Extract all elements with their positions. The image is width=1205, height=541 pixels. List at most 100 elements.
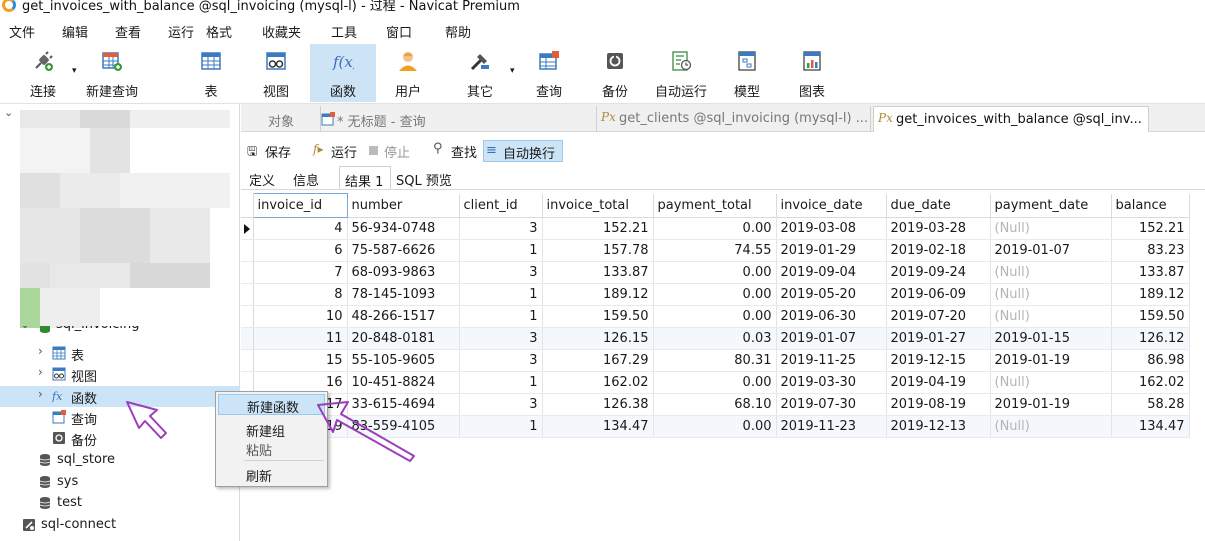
table-row[interactable]: 16 10-451-8824 1 162.02 0.00 2019-03-30 2019-0… bbox=[241, 371, 1190, 394]
table-cell[interactable]: 152.21 bbox=[542, 217, 654, 240]
table-cell[interactable]: 2019-11-25 bbox=[776, 349, 887, 372]
table-cell[interactable]: 7 bbox=[253, 261, 348, 284]
table-cell[interactable]: 126.15 bbox=[542, 327, 654, 350]
table-cell[interactable]: 1 bbox=[459, 283, 543, 306]
chevron-right-icon[interactable]: › bbox=[38, 365, 43, 379]
table-cell[interactable]: 4 bbox=[253, 217, 348, 240]
db-item-sys[interactable]: sys bbox=[0, 472, 239, 493]
table-cell[interactable]: (Null) bbox=[990, 305, 1112, 328]
table-cell[interactable]: 189.12 bbox=[542, 283, 654, 306]
menu-item-paste[interactable]: 粘贴 bbox=[218, 438, 325, 459]
table-row[interactable]: 8 78-145-1093 1 189.12 0.00 2019-05-20 2019-06… bbox=[241, 283, 1190, 306]
table-cell[interactable]: 133.87 bbox=[542, 261, 654, 284]
table-row[interactable]: 17 33-615-4694 3 126.38 68.10 2019-07-30 2019-… bbox=[241, 393, 1190, 416]
table-cell[interactable]: 0.00 bbox=[653, 261, 777, 284]
table-cell[interactable]: 2019-01-27 bbox=[886, 327, 991, 350]
function-button[interactable]: f(x) 函数 bbox=[310, 44, 376, 102]
table-cell[interactable]: 2019-03-08 bbox=[776, 217, 887, 240]
table-cell[interactable]: 157.78 bbox=[542, 239, 654, 262]
db-item-test[interactable]: test bbox=[0, 493, 239, 514]
table-cell[interactable]: (Null) bbox=[990, 261, 1112, 284]
table-cell[interactable]: 162.02 bbox=[542, 371, 654, 394]
table-cell[interactable]: 0.00 bbox=[653, 283, 777, 306]
table-cell[interactable]: 2019-02-18 bbox=[886, 239, 991, 262]
row-indicator[interactable] bbox=[241, 217, 254, 240]
column-header[interactable]: payment_total bbox=[653, 193, 777, 218]
table-cell[interactable]: 126.12 bbox=[1111, 327, 1190, 350]
row-indicator[interactable] bbox=[241, 327, 254, 350]
table-cell[interactable]: 0.00 bbox=[653, 415, 777, 438]
run-button[interactable]: f▸ 运行 bbox=[313, 140, 363, 162]
table-cell[interactable]: 2019-09-24 bbox=[886, 261, 991, 284]
table-row[interactable]: 6 75-587-6626 1 157.78 74.55 2019-01-29 2019-0… bbox=[241, 239, 1190, 262]
word-wrap-toggle[interactable]: ≡ 自动换行 bbox=[483, 140, 563, 162]
table-cell[interactable]: 68-093-9863 bbox=[347, 261, 460, 284]
query-button[interactable]: 查询 bbox=[526, 44, 572, 102]
table-cell[interactable]: 2019-01-07 bbox=[990, 239, 1112, 262]
table-cell[interactable]: (Null) bbox=[990, 217, 1112, 240]
table-cell[interactable]: 2019-06-09 bbox=[886, 283, 991, 306]
table-cell[interactable]: 83-559-4105 bbox=[347, 415, 460, 438]
table-cell[interactable]: 20-848-0181 bbox=[347, 327, 460, 350]
table-cell[interactable]: 3 bbox=[459, 217, 543, 240]
tab-result-1[interactable]: 结果 1 bbox=[339, 166, 391, 190]
table-cell[interactable]: 55-105-9605 bbox=[347, 349, 460, 372]
tree-item-queries[interactable]: 查询 bbox=[0, 407, 239, 428]
table-cell[interactable]: 6 bbox=[253, 239, 348, 262]
table-cell[interactable]: 58.28 bbox=[1111, 393, 1190, 416]
table-cell[interactable]: 3 bbox=[459, 261, 543, 284]
column-header[interactable]: invoice_date bbox=[776, 193, 887, 218]
table-cell[interactable]: 3 bbox=[459, 327, 543, 350]
menu-file[interactable]: 文件 bbox=[9, 22, 35, 41]
table-cell[interactable]: 80.31 bbox=[653, 349, 777, 372]
row-indicator[interactable] bbox=[241, 261, 254, 284]
column-header[interactable]: number bbox=[347, 193, 460, 218]
table-cell[interactable]: 3 bbox=[459, 349, 543, 372]
column-header[interactable]: payment_date bbox=[990, 193, 1112, 218]
menu-favorites[interactable]: 收藏夹 bbox=[262, 22, 301, 41]
table-cell[interactable]: 2019-07-20 bbox=[886, 305, 991, 328]
table-row[interactable]: 10 48-266-1517 1 159.50 0.00 2019-06-30 2019-0… bbox=[241, 305, 1190, 328]
view-button[interactable]: 视图 bbox=[250, 44, 302, 102]
tree-item-tables[interactable]: › 表 bbox=[0, 343, 239, 364]
table-cell[interactable]: 83.23 bbox=[1111, 239, 1190, 262]
tab-info[interactable]: 信息 bbox=[287, 166, 333, 189]
table-cell[interactable]: 2019-08-19 bbox=[886, 393, 991, 416]
menu-view[interactable]: 查看 bbox=[115, 22, 141, 41]
row-indicator[interactable] bbox=[241, 305, 254, 328]
table-cell[interactable]: 2019-01-15 bbox=[990, 327, 1112, 350]
table-row[interactable]: 4 56-934-0748 3 152.21 0.00 2019-03-08 2019-03… bbox=[241, 217, 1190, 240]
tree-item-views[interactable]: › 视图 bbox=[0, 364, 239, 385]
column-header[interactable]: client_id bbox=[459, 193, 543, 218]
table-cell[interactable]: 78-145-1093 bbox=[347, 283, 460, 306]
chevron-right-icon[interactable]: › bbox=[38, 387, 43, 401]
tab-objects[interactable]: 对象 bbox=[241, 106, 321, 132]
menu-help[interactable]: 帮助 bbox=[445, 22, 471, 41]
table-cell[interactable]: 2019-05-20 bbox=[776, 283, 887, 306]
tab-definition[interactable]: 定义 bbox=[243, 166, 287, 189]
connect-button[interactable]: ▾ 连接 bbox=[16, 44, 77, 102]
table-cell[interactable]: 2019-11-23 bbox=[776, 415, 887, 438]
table-cell[interactable]: 8 bbox=[253, 283, 348, 306]
stop-button[interactable]: 停止 bbox=[367, 140, 417, 162]
tab-untitled-query[interactable]: * 无标题 - 查询 bbox=[321, 106, 597, 132]
table-cell[interactable]: 2019-03-28 bbox=[886, 217, 991, 240]
other-button[interactable]: ▾ 其它 bbox=[452, 44, 515, 102]
table-cell[interactable]: 2019-12-15 bbox=[886, 349, 991, 372]
table-cell[interactable]: 2019-07-30 bbox=[776, 393, 887, 416]
table-cell[interactable]: 134.47 bbox=[1111, 415, 1190, 438]
db-row-sql-invoicing[interactable]: ⌄ sql_invoicing bbox=[0, 326, 239, 336]
menu-window[interactable]: 窗口 bbox=[386, 22, 412, 41]
db-item-sql-store[interactable]: sql_store bbox=[0, 450, 239, 471]
table-cell[interactable]: 134.47 bbox=[542, 415, 654, 438]
table-cell[interactable]: 2019-01-19 bbox=[990, 349, 1112, 372]
table-cell[interactable]: 86.98 bbox=[1111, 349, 1190, 372]
tab-get-clients[interactable]: Px get_clients @sql_invoicing (mysql-l) … bbox=[597, 106, 871, 132]
table-cell[interactable]: 75-587-6626 bbox=[347, 239, 460, 262]
table-cell[interactable]: 1 bbox=[459, 415, 543, 438]
table-cell[interactable]: (Null) bbox=[990, 283, 1112, 306]
table-cell[interactable]: 68.10 bbox=[653, 393, 777, 416]
tab-sql-preview[interactable]: SQL 预览 bbox=[391, 166, 461, 189]
table-row[interactable]: 15 55-105-9605 3 167.29 80.31 2019-11-25 2019-… bbox=[241, 349, 1190, 372]
table-cell[interactable]: 10-451-8824 bbox=[347, 371, 460, 394]
